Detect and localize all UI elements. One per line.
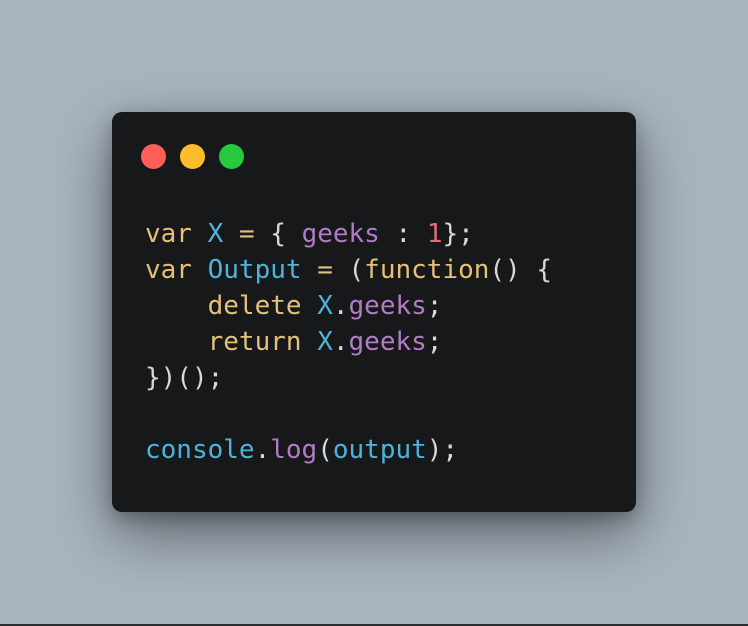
code-token: X bbox=[207, 219, 224, 249]
code-token: delete bbox=[207, 291, 302, 321]
code-line: var Output = (function() { bbox=[145, 252, 552, 288]
code-token: ( bbox=[317, 435, 333, 465]
code-token: . bbox=[332, 327, 349, 357]
code-token: geeks bbox=[348, 291, 427, 321]
code-line: })(); bbox=[145, 360, 552, 396]
code-token: console bbox=[145, 435, 255, 465]
code-token: output bbox=[332, 435, 427, 465]
code-token: var bbox=[145, 219, 192, 249]
code-line: console.log(output); bbox=[145, 432, 552, 468]
code-token: X bbox=[317, 291, 333, 321]
code-token: geeks bbox=[301, 219, 380, 249]
code-token: geeks bbox=[348, 327, 427, 357]
close-dot-icon[interactable] bbox=[141, 144, 166, 169]
window-controls bbox=[141, 144, 244, 169]
code-token: ( bbox=[332, 255, 365, 285]
code-token: })(); bbox=[145, 363, 224, 393]
code-line: delete X.geeks; bbox=[145, 288, 552, 324]
code-token: ); bbox=[426, 435, 459, 465]
code-line: var X = { geeks : 1}; bbox=[145, 216, 552, 252]
code-token: return bbox=[207, 327, 302, 357]
code-block: var X = { geeks : 1}; var Output = (funct… bbox=[145, 216, 552, 468]
code-token: var bbox=[145, 255, 192, 285]
code-token: 1 bbox=[426, 219, 443, 249]
maximize-dot-icon[interactable] bbox=[219, 144, 244, 169]
code-token: log bbox=[270, 435, 318, 465]
code-token: ; bbox=[426, 327, 443, 357]
code-token: { bbox=[254, 219, 302, 249]
code-token: }; bbox=[442, 219, 474, 249]
code-token: . bbox=[254, 435, 271, 465]
code-token: Output bbox=[207, 255, 302, 285]
code-token: function bbox=[364, 255, 490, 285]
code-window: var X = { geeks : 1}; var Output = (funct… bbox=[112, 112, 636, 512]
code-token: = bbox=[317, 255, 333, 285]
code-token: = bbox=[238, 219, 255, 249]
code-token: ; bbox=[426, 291, 443, 321]
minimize-dot-icon[interactable] bbox=[180, 144, 205, 169]
code-token: () { bbox=[489, 255, 553, 285]
code-token: . bbox=[332, 291, 349, 321]
code-token: X bbox=[317, 327, 333, 357]
code-token: : bbox=[379, 219, 427, 249]
code-line: return X.geeks; bbox=[145, 324, 552, 360]
